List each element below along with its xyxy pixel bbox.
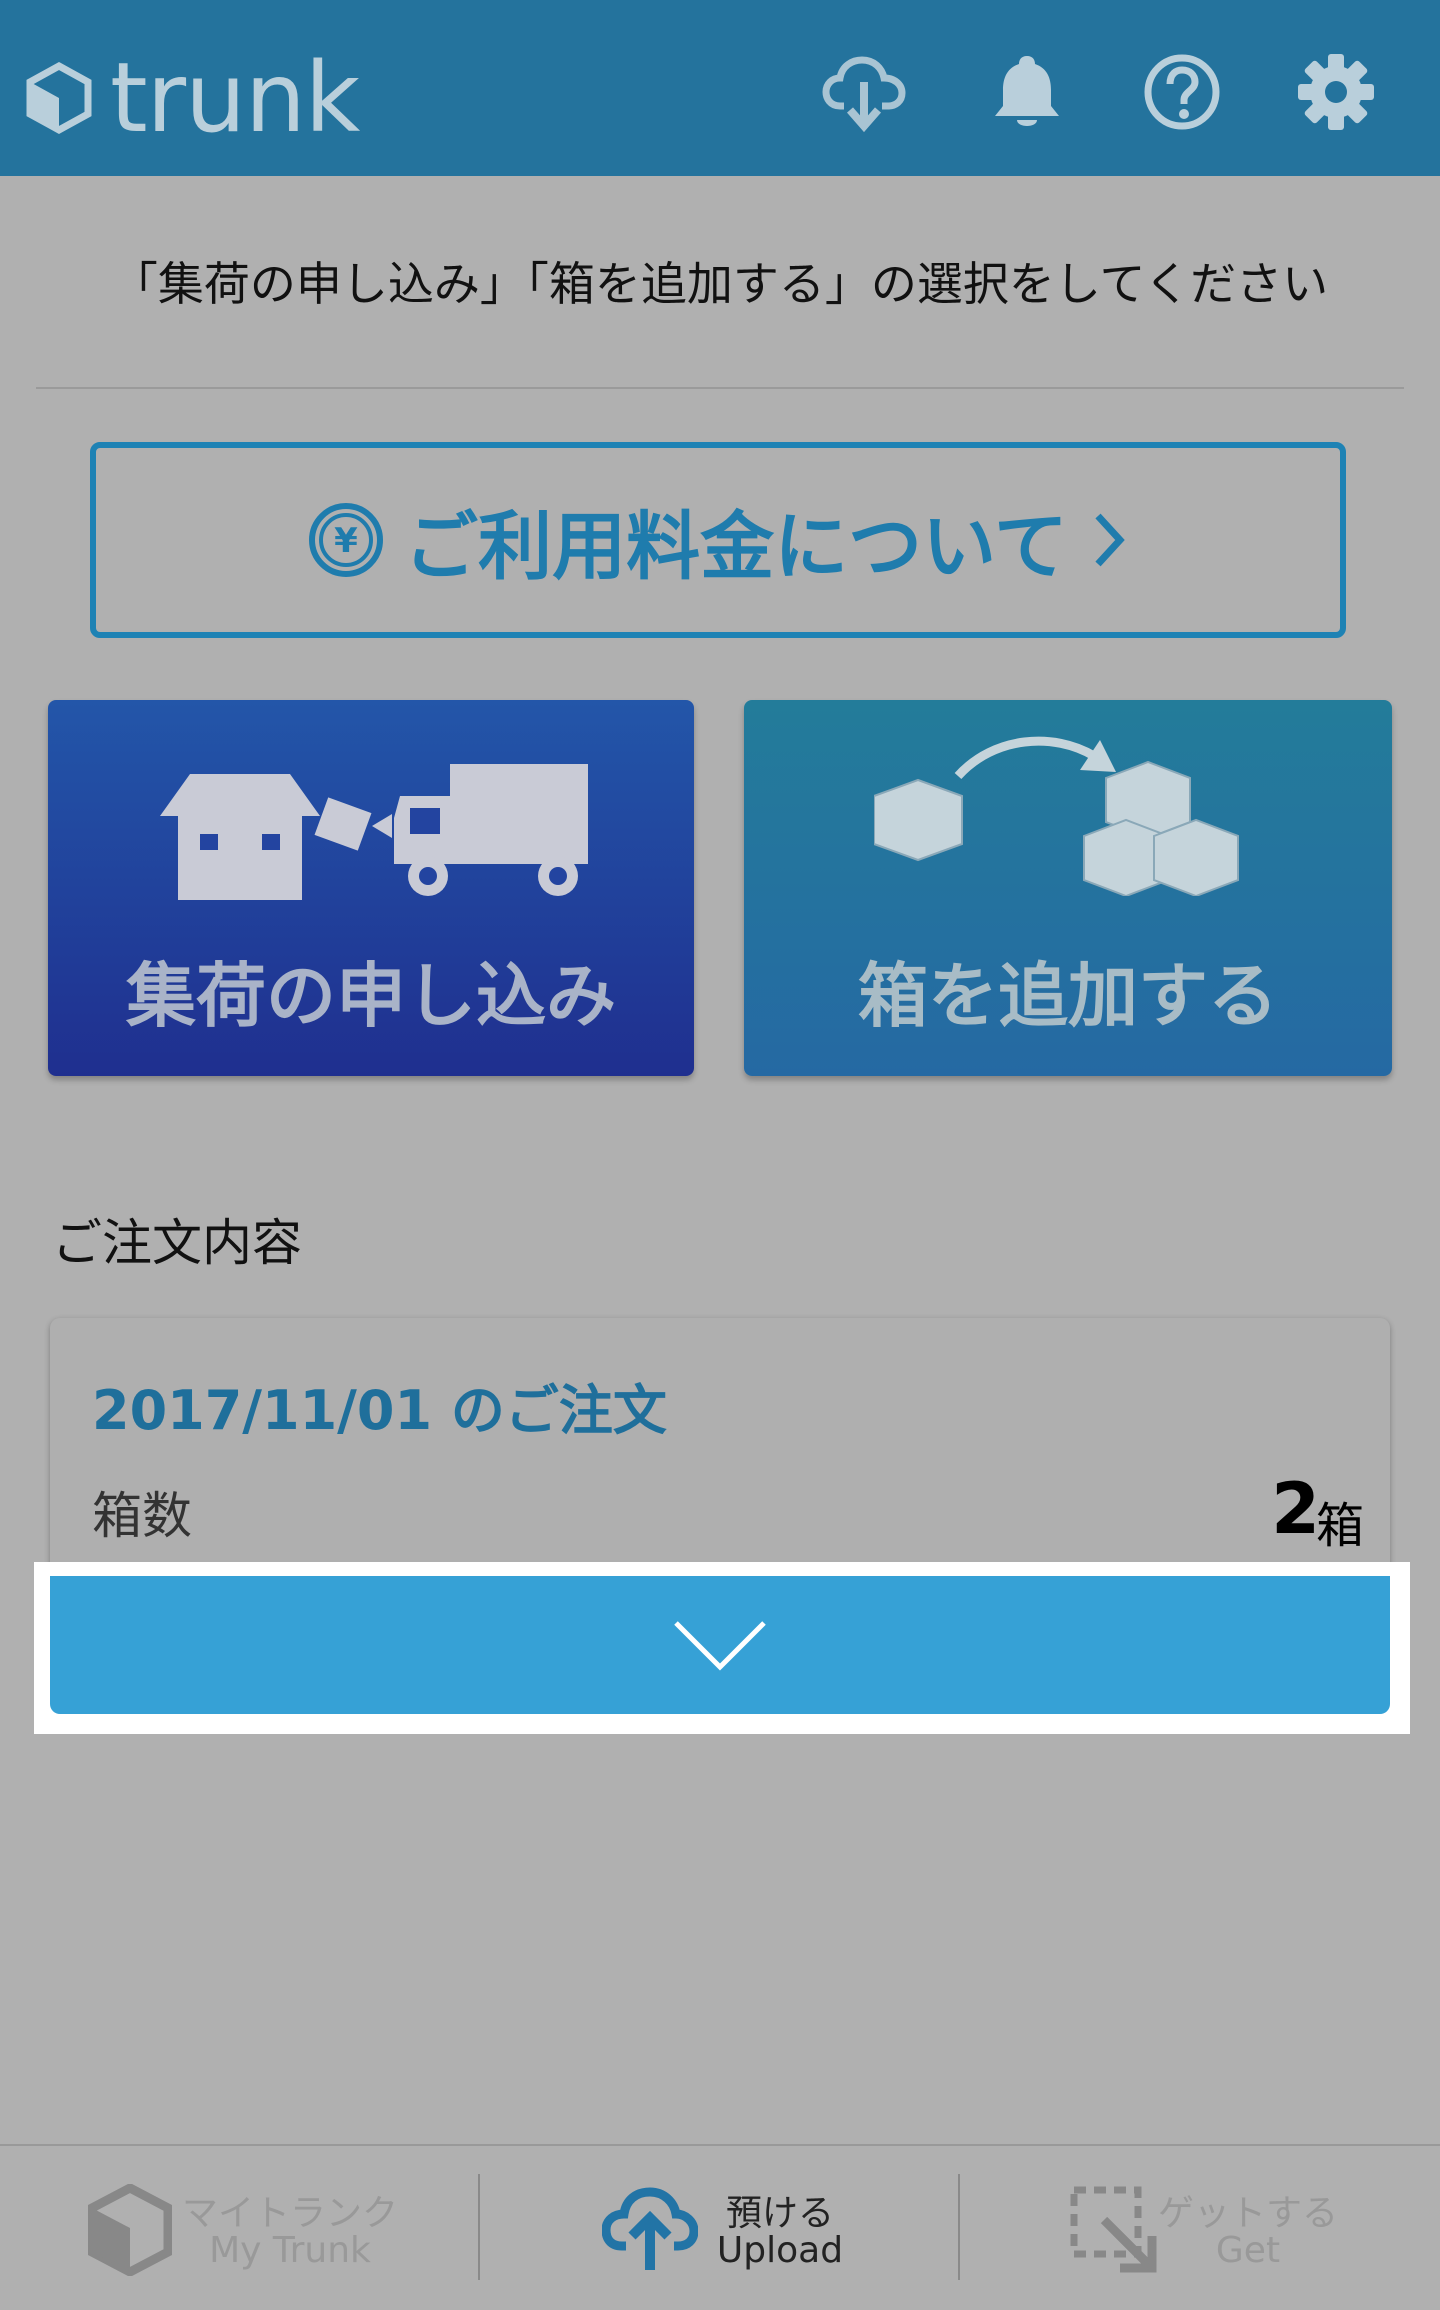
bottom-nav: マイトランク My Trunk 預ける Upload ゲットする Get [0,2144,1440,2310]
order-section-title: ご注文内容 [52,1214,302,1272]
divider [36,387,1404,389]
box-count-label: 箱数 [92,1487,192,1545]
cube-icon [88,2184,172,2276]
nav-my-trunk-jp: マイトランク [181,2193,398,2234]
chevron-down-icon [674,1621,766,1671]
pickup-request-label: 集荷の申し込み [126,955,616,1037]
nav-upload-jp: 預ける [725,2193,834,2234]
nav-get-jp: ゲットする [1157,2193,1338,2234]
app-header: trunk [0,0,1440,176]
pickup-request-tile[interactable]: 集荷の申し込み [48,700,694,1076]
nav-get[interactable]: ゲットする Get [960,2146,1440,2310]
logo-text: trunk [110,42,360,154]
add-box-label: 箱を追加する [858,955,1278,1037]
cloud-download-icon[interactable] [822,50,906,134]
chevron-right-icon [1095,513,1125,567]
box-count-unit: 箱 [1315,1498,1364,1554]
bell-icon[interactable] [985,50,1069,134]
nav-upload-en: Upload [716,2230,844,2271]
gear-icon[interactable] [1294,50,1378,134]
instruction-text: 「集荷の申し込み」「箱を追加する」の選択をしてください [111,257,1329,311]
help-icon[interactable] [1140,50,1224,134]
nav-my-trunk-en: My Trunk [209,2230,371,2271]
fee-button-label: ご利用料金について [404,503,1068,590]
svg-text:¥: ¥ [334,521,358,561]
order-date-title: 2017/11/01 のご注文 [92,1379,667,1442]
nav-get-en: Get [1215,2230,1281,2271]
yen-icon: ¥ [309,503,384,577]
fee-info-button[interactable]: ¥ ご利用料金について [90,442,1346,638]
nav-my-trunk[interactable]: マイトランク My Trunk [0,2146,480,2310]
order-card: 2017/11/01 のご注文 箱数 2 箱 [50,1318,1390,1568]
cube-logo-icon [26,62,92,134]
box-count-value: 2 [1271,1468,1320,1550]
house-truck-icon [160,764,588,900]
add-boxes-icon [874,736,1239,896]
add-box-tile[interactable]: 箱を追加する [744,700,1392,1076]
nav-upload[interactable]: 預ける Upload [480,2146,960,2310]
trunk-logo[interactable]: trunk [26,42,360,154]
expand-order-button[interactable] [50,1576,1390,1714]
